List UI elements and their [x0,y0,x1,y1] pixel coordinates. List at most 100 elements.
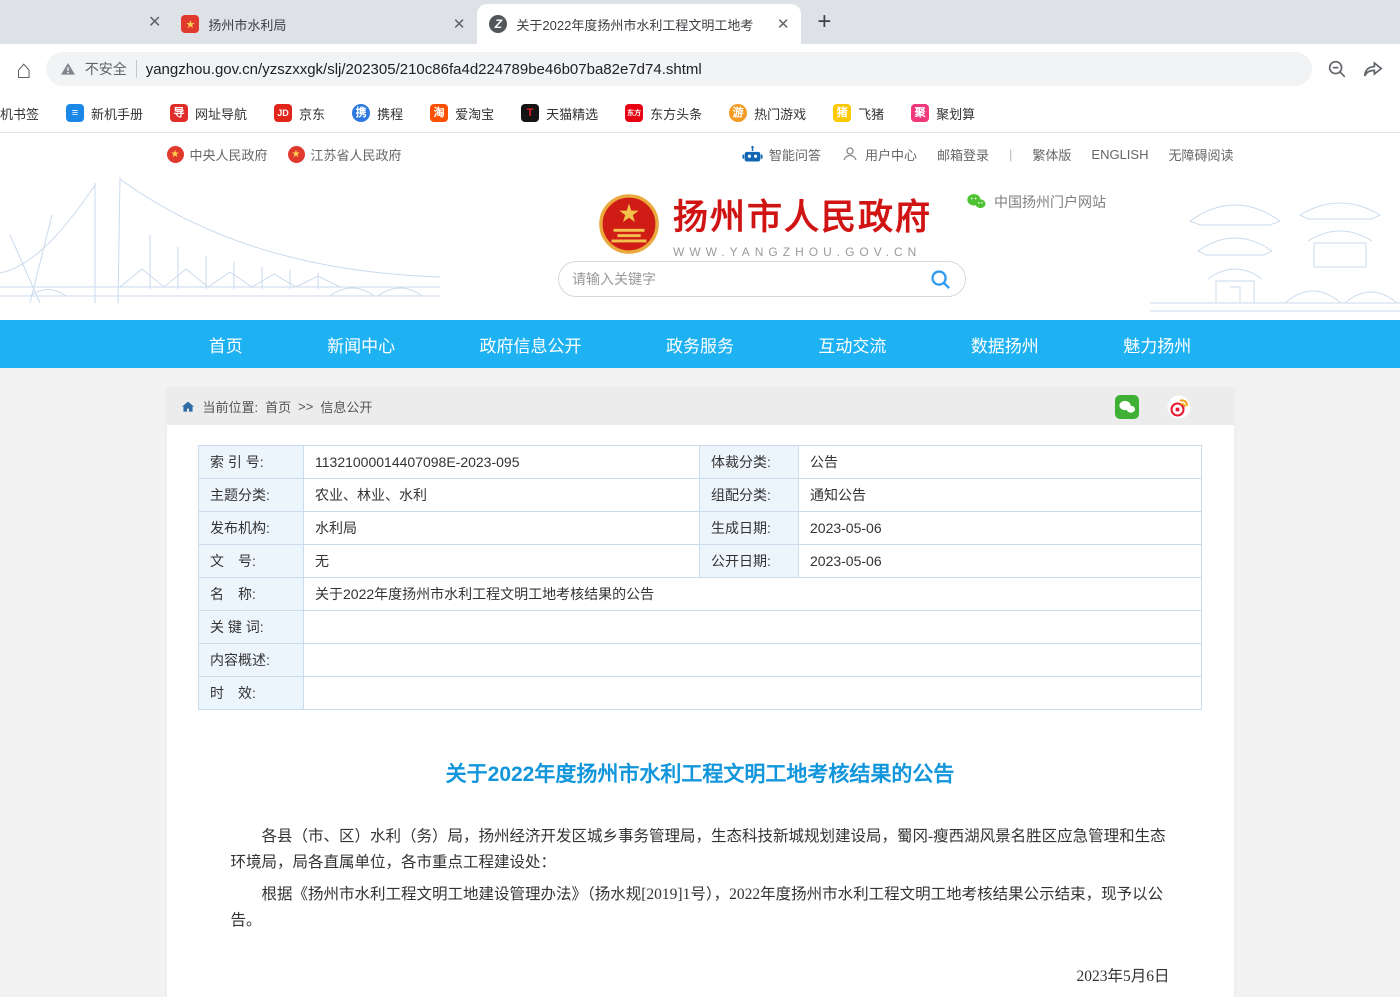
meta-label: 主题分类: [199,479,304,512]
bookmark-item[interactable]: 机书签 [0,104,39,123]
table-row: 发布机构: 水利局 生成日期: 2023-05-06 [199,512,1202,545]
zoom-out-icon[interactable] [1326,58,1348,80]
mail-login-link[interactable]: 邮箱登录 [937,145,989,164]
bookmark-item[interactable]: JD京东 [274,104,325,123]
meta-value: 2023-05-06 [799,545,1202,578]
meta-value: 2023-05-06 [799,512,1202,545]
breadcrumb-current-link[interactable]: 信息公开 [320,397,372,416]
nav-item-home[interactable]: 首页 [209,332,243,357]
bookmark-item[interactable]: 导网址导航 [170,104,247,123]
breadcrumb-home-link[interactable]: 首页 [265,397,291,416]
table-row: 名 称: 关于2022年度扬州市水利工程文明工地考核结果的公告 [199,578,1202,611]
bookmark-icon: 游 [729,104,747,122]
link-label: 邮箱登录 [937,145,989,164]
wechat-share-icon[interactable] [1115,395,1139,419]
article-paragraph: 根据《扬州市水利工程文明工地建设管理办法》（扬水规[2019]1号），2022年… [231,882,1170,934]
breadcrumb: 当前位置: 首页 >> 信息公开 [167,388,1234,425]
meta-label: 文 号: [199,545,304,578]
bookmark-item[interactable]: 淘爱淘宝 [430,104,494,123]
portal-label: 中国扬州门户网站 [994,192,1106,212]
content-card: 当前位置: 首页 >> 信息公开 索 引 号: 1132100001440709… [167,388,1234,997]
url-divider [136,60,137,78]
tab-title: 关于2022年度扬州市水利工程文明工地考 [516,15,767,34]
nav-item-data[interactable]: 数据扬州 [971,332,1039,357]
overflow-tab-close-icon[interactable]: ✕ [148,15,161,31]
meta-value: 水利局 [304,512,700,545]
gov-emblem-favicon: ★ [181,15,199,33]
meta-value [304,677,1202,710]
nav-item-charm[interactable]: 魅力扬州 [1123,332,1191,357]
breadcrumb-label: 当前位置: [203,397,259,416]
tab-close-icon[interactable]: ✕ [777,17,790,32]
link-label: 中央人民政府 [190,145,268,164]
meta-label: 公开日期: [700,545,799,578]
bookmark-icon: 淘 [430,104,448,122]
bookmark-item[interactable]: 携携程 [352,104,403,123]
share-icon[interactable] [1362,58,1384,80]
bookmark-item[interactable]: ≡新机手册 [66,104,143,123]
browser-toolbar: ⌂ 不安全 yangzhou.gov.cn/yzszxxgk/slj/20230… [0,44,1400,94]
main-nav: 首页 新闻中心 政府信息公开 政务服务 互动交流 数据扬州 魅力扬州 [0,320,1400,368]
site-title: 扬州市人民政府 [673,189,932,240]
new-tab-button[interactable]: + [817,10,831,34]
site-banner: 扬州市人民政府 WWW.YANGZHOU.GOV.CN 中国扬州门户网站 [0,175,1400,320]
bookmark-label: 热门游戏 [754,104,806,123]
robot-icon [742,144,763,165]
link-label: 智能问答 [769,145,821,164]
bookmark-item[interactable]: T天猫精选 [521,104,598,123]
table-row: 时 效: [199,677,1202,710]
bookmarks-bar: 机书签 ≡新机手册 导网址导航 JD京东 携携程 淘爱淘宝 T天猫精选 东方东方… [0,94,1400,133]
bookmark-label: 天猫精选 [546,104,598,123]
nav-item-news[interactable]: 新闻中心 [327,332,395,357]
accessibility-link[interactable]: 无障碍阅读 [1168,145,1233,164]
gov-emblem-icon: ★ [167,146,184,163]
table-row: 关 键 词: [199,611,1202,644]
weibo-share-icon[interactable] [1167,395,1191,419]
tab-close-icon[interactable]: ✕ [453,17,466,32]
english-link[interactable]: ENGLISH [1091,147,1148,162]
user-center-link[interactable]: 用户中心 [841,145,917,164]
meta-label: 组配分类: [700,479,799,512]
meta-value: 通知公告 [799,479,1202,512]
bookmark-item[interactable]: 游热门游戏 [729,104,806,123]
bookmark-icon: 猪 [833,104,851,122]
nav-item-interaction[interactable]: 互动交流 [818,332,886,357]
not-secure-warning-icon [60,61,76,77]
portal-wechat-link[interactable]: 中国扬州门户网站 [966,191,1106,212]
smart-qa-link[interactable]: 智能问答 [742,144,821,165]
gov-emblem-icon: ★ [288,146,305,163]
meta-value: 关于2022年度扬州市水利工程文明工地考核结果的公告 [304,578,1202,611]
nav-item-services[interactable]: 政务服务 [666,332,734,357]
search-icon[interactable] [929,268,952,291]
article-paragraph: 各县（市、区）水利（务）局，扬州经济开发区城乡事务管理局，生态科技新城规划建设局… [231,824,1170,876]
utility-bar: ★ 中央人民政府 ★ 江苏省人民政府 智能问答 用户中心 邮箱登录 | 繁体版 … [0,133,1400,175]
site-search [558,261,966,297]
link-jiangsu-government[interactable]: ★ 江苏省人民政府 [288,145,402,164]
link-central-government[interactable]: ★ 中央人民政府 [167,145,268,164]
traditional-chinese-link[interactable]: 繁体版 [1032,145,1071,164]
table-row: 索 引 号: 11321000014407098E-2023-095 体裁分类:… [199,446,1202,479]
meta-label: 名 称: [199,578,304,611]
site-favicon: Z [489,15,507,33]
browser-tab-strip: ✕ ★ 扬州市水利局 ✕ Z 关于2022年度扬州市水利工程文明工地考 ✕ + [0,0,1400,44]
bookmark-label: 京东 [299,104,325,123]
bookmark-label: 爱淘宝 [455,104,494,123]
page-main: 当前位置: 首页 >> 信息公开 索 引 号: 1132100001440709… [0,368,1400,997]
bookmark-item[interactable]: 东方东方头条 [625,104,702,123]
tab-announcement-active[interactable]: Z 关于2022年度扬州市水利工程文明工地考 ✕ [477,4,801,44]
table-row: 主题分类: 农业、林业、水利 组配分类: 通知公告 [199,479,1202,512]
site-brand[interactable]: 扬州市人民政府 WWW.YANGZHOU.GOV.CN [598,189,932,259]
home-icon[interactable]: ⌂ [16,56,32,82]
search-input[interactable] [572,271,929,287]
tab-yangzhou-water-bureau[interactable]: ★ 扬州市水利局 ✕ [169,4,477,44]
tab-title: 扬州市水利局 [208,15,443,34]
bookmark-item[interactable]: 聚聚划算 [911,104,975,123]
nav-item-info-disclosure[interactable]: 政府信息公开 [480,332,582,357]
article-date: 2023年5月6日 [231,964,1170,986]
bookmark-item[interactable]: 猪飞猪 [833,104,884,123]
meta-label: 体裁分类: [700,446,799,479]
wechat-icon [966,191,987,212]
meta-value [304,611,1202,644]
address-bar[interactable]: 不安全 yangzhou.gov.cn/yzszxxgk/slj/202305/… [46,52,1312,86]
meta-value: 11321000014407098E-2023-095 [304,446,700,479]
